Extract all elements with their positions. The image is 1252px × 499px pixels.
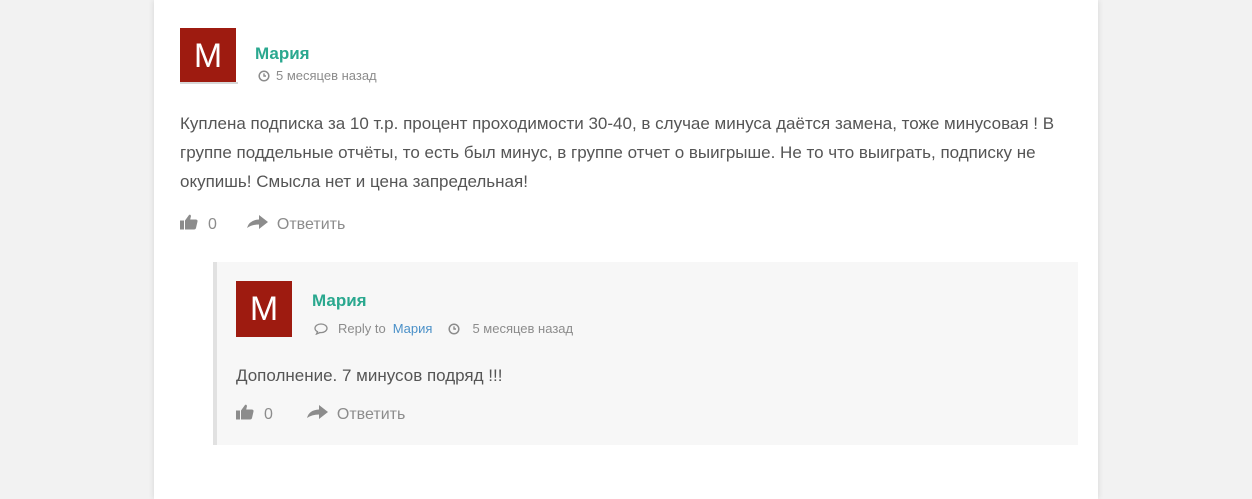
- reply-meta: Reply to Мария 5 месяцев назад: [314, 321, 573, 336]
- comment-meta: 5 месяцев назад: [258, 68, 377, 83]
- comment-author[interactable]: Мария: [255, 44, 310, 64]
- reply-arrow-icon: [246, 214, 269, 235]
- reply-text: Дополнение. 7 минусов подряд !!!: [236, 366, 503, 385]
- like-button[interactable]: 0: [236, 404, 273, 425]
- avatar-underline: [180, 82, 238, 84]
- reply-actions: 0 Ответить: [236, 404, 405, 425]
- reply-time[interactable]: 5 месяцев назад: [472, 321, 573, 336]
- thumbs-up-icon: [236, 404, 254, 425]
- avatar[interactable]: М: [180, 28, 236, 84]
- reply-to-link[interactable]: Мария: [393, 321, 433, 336]
- like-count: 0: [208, 215, 217, 233]
- reply-label: Ответить: [276, 215, 346, 233]
- reply-button[interactable]: Ответить: [306, 404, 406, 425]
- thumbs-up-icon: [180, 214, 198, 235]
- reply-comment: М Мария Reply to Мария 5 месяцев назад Д…: [213, 262, 1078, 445]
- like-count: 0: [264, 405, 273, 423]
- comments-section: М Мария 5 месяцев назад Куплена подписка…: [154, 0, 1098, 499]
- reply-arrow-icon: [306, 404, 329, 425]
- comment-actions: 0 Ответить: [180, 214, 345, 235]
- reply-author[interactable]: Мария: [312, 291, 367, 311]
- reply-label: Ответить: [336, 405, 406, 423]
- comment-text: Куплена подписка за 10 т.р. процент прох…: [180, 114, 1055, 191]
- like-button[interactable]: 0: [180, 214, 217, 235]
- clock-icon: [448, 322, 461, 335]
- reply-button[interactable]: Ответить: [246, 214, 346, 235]
- clock-icon: [258, 69, 270, 82]
- speech-bubble-icon: [314, 322, 328, 335]
- reply-to-label: Reply to: [338, 321, 386, 336]
- avatar[interactable]: М: [236, 281, 292, 337]
- comment-time[interactable]: 5 месяцев назад: [276, 68, 377, 83]
